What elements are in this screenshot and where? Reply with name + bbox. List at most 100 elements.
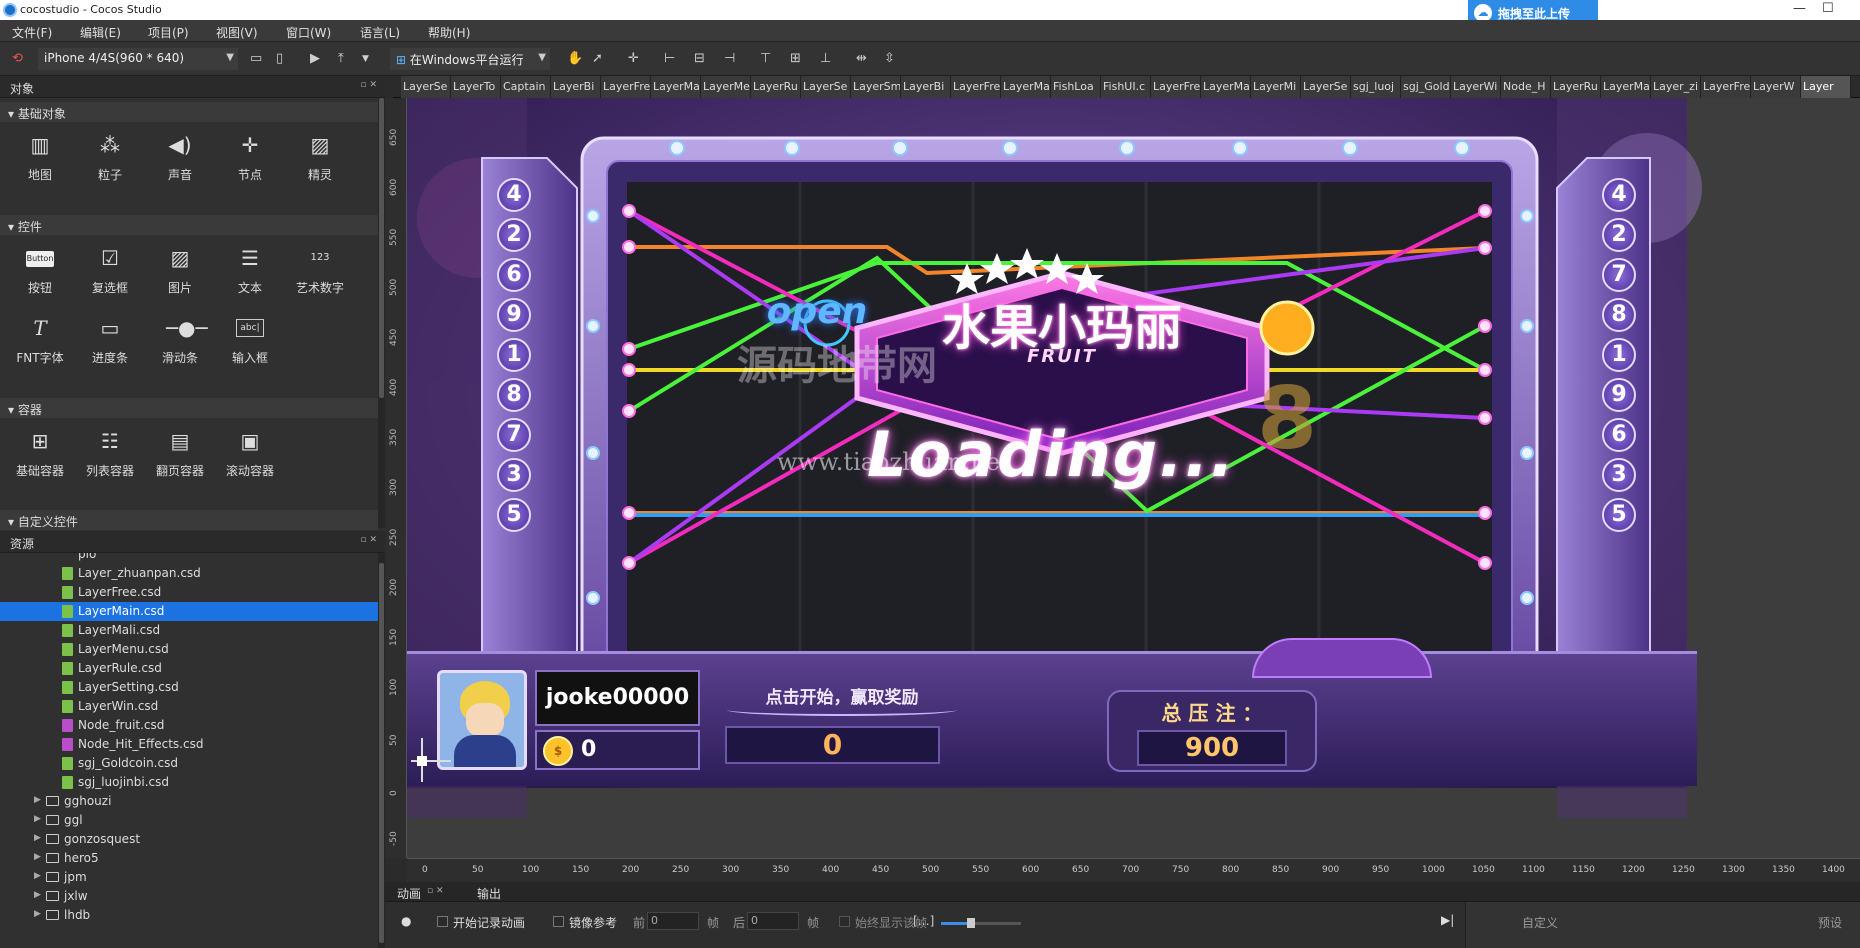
doc-tab[interactable]: sgj_Gold [1401, 76, 1451, 98]
tree-file[interactable]: Layer_zhuanpan.csd [0, 564, 378, 583]
object-map[interactable]: ▥ 地图 [10, 126, 70, 186]
hand-tool-icon[interactable]: ✋ [567, 51, 583, 66]
section-custom-header[interactable]: ▾ 自定义控件 [0, 510, 378, 530]
prev-frames-input[interactable]: 0 [647, 912, 699, 930]
doc-tab[interactable]: LayerSe [401, 76, 451, 98]
next-frames-input[interactable]: 0 [747, 912, 799, 930]
distribute-v-icon[interactable]: ⇳ [884, 51, 895, 66]
doc-tab[interactable]: LayerMa [1601, 76, 1651, 98]
tree-folder[interactable]: ▶ gghouzi [0, 792, 378, 811]
doc-tab[interactable]: Captain [501, 76, 551, 98]
tree-file[interactable]: LayerFree.csd [0, 583, 378, 602]
align-right-icon[interactable]: ⊣ [724, 51, 735, 66]
doc-tab[interactable]: LayerSe [801, 76, 851, 98]
tree-file[interactable]: LayerRule.csd [0, 659, 378, 678]
expand-arrow-icon[interactable]: ▶ [34, 909, 41, 919]
doc-tab[interactable]: sgj_luoj [1351, 76, 1401, 98]
panel-controls-icon[interactable]: ▫ ✕ [360, 80, 377, 90]
doc-tab[interactable]: LayerRu [1551, 76, 1601, 98]
expand-arrow-icon[interactable]: ▶ [34, 852, 41, 862]
menu-window[interactable]: 窗口(W) [286, 24, 331, 41]
publish-icon[interactable]: ⤒ [338, 51, 344, 66]
container-list-view[interactable]: ☷ 列表容器 [80, 422, 140, 482]
doc-tab[interactable]: LayerWi [1451, 76, 1501, 98]
doc-tab-active[interactable]: Layer [1801, 76, 1851, 98]
menu-view[interactable]: 视图(V) [216, 24, 258, 41]
control-art-number[interactable]: 123 艺术数字 [290, 239, 350, 299]
expand-arrow-icon[interactable]: ▶ [34, 814, 41, 824]
tree-file[interactable]: sgj_luojinbi.csd [0, 773, 378, 792]
menu-project[interactable]: 项目(P) [148, 24, 189, 41]
resources-scrollbar[interactable] [378, 553, 385, 948]
menu-help[interactable]: 帮助(H) [428, 24, 470, 41]
control-fnt-font[interactable]: T FNT字体 [10, 309, 70, 369]
tree-folder[interactable]: ▶ jxlw [0, 887, 378, 906]
menu-edit[interactable]: 编辑(E) [80, 24, 121, 41]
menu-language[interactable]: 语言(L) [360, 24, 400, 41]
panel-controls-icon[interactable]: ▫ ✕ [360, 535, 377, 545]
doc-tab[interactable]: Layer_zi [1651, 76, 1701, 98]
tree-file[interactable]: Node_fruit.csd [0, 716, 378, 735]
select-tool-icon[interactable]: ➚ [592, 51, 603, 66]
landscape-icon[interactable]: ▭ [250, 51, 262, 66]
doc-tab[interactable]: LayerMa [1201, 76, 1251, 98]
play-icon[interactable]: ▶ [310, 51, 320, 66]
move-icon[interactable]: ✛ [628, 51, 639, 66]
tab-animation[interactable]: 动画 [397, 885, 421, 902]
control-button[interactable]: Button 按钮 [10, 239, 70, 299]
container-panel[interactable]: ⊞ 基础容器 [10, 422, 70, 482]
zoom-slider-handle[interactable] [967, 918, 975, 928]
doc-tab[interactable]: LayerMe [701, 76, 751, 98]
panel-controls-icon[interactable]: ▫ ✕ [427, 886, 444, 896]
always-show-checkbox[interactable] [839, 916, 850, 927]
resources-scroll-thumb[interactable] [379, 563, 384, 943]
align-middle-icon[interactable]: ⊞ [790, 51, 801, 66]
doc-tab[interactable]: Node_H [1501, 76, 1551, 98]
align-top-icon[interactable]: ⊤ [760, 51, 771, 66]
preset-tab[interactable]: 预设 [1818, 914, 1842, 931]
record-checkbox[interactable] [437, 916, 448, 927]
tree-file[interactable]: LayerMenu.csd [0, 640, 378, 659]
play-end-icon[interactable]: ▶| [1441, 913, 1454, 927]
frame-range-icon[interactable]: […] [913, 914, 934, 928]
doc-tab[interactable]: FishUI.c [1101, 76, 1151, 98]
doc-tab[interactable]: LayerMa [651, 76, 701, 98]
tree-file[interactable]: Node_Hit_Effects.csd [0, 735, 378, 754]
container-scroll-view[interactable]: ▣ 滚动容器 [220, 422, 280, 482]
object-sound[interactable]: ◀) 声音 [150, 126, 210, 186]
tree-file[interactable]: LayerWin.csd [0, 697, 378, 716]
tree-file[interactable]: LayerSetting.csd [0, 678, 378, 697]
tree-folder[interactable]: ▶ jpm [0, 868, 378, 887]
doc-tab[interactable]: LayerSm [851, 76, 901, 98]
expand-arrow-icon[interactable]: ▶ [34, 795, 41, 805]
custom-tab[interactable]: 自定义 [1522, 914, 1558, 931]
align-bottom-icon[interactable]: ⊥ [820, 51, 831, 66]
origin-gizmo-icon[interactable] [411, 738, 453, 784]
expand-arrow-icon[interactable]: ▶ [34, 833, 41, 843]
tree-item-truncated[interactable]: plo [0, 553, 378, 562]
tree-folder[interactable]: ▶ hero5 [0, 849, 378, 868]
control-image[interactable]: ▨ 图片 [150, 239, 210, 299]
container-page-view[interactable]: ▤ 翻页容器 [150, 422, 210, 482]
align-left-icon[interactable]: ⊢ [664, 51, 675, 66]
doc-tab[interactable]: LayerRu [751, 76, 801, 98]
doc-tab[interactable]: LayerFre [1701, 76, 1751, 98]
scene-canvas[interactable]: 8 426918735 427819635 open 水果小玛丽 FRUIT 源… [407, 98, 1860, 858]
mirror-checkbox[interactable] [553, 916, 564, 927]
maximize-icon[interactable]: ☐ [1822, 1, 1834, 16]
run-platform-select[interactable]: ⊞ 在Windows平台运行 ▼ [390, 48, 550, 70]
record-dot-icon[interactable]: ● [401, 914, 411, 928]
expand-arrow-icon[interactable]: ▶ [34, 890, 41, 900]
menu-file[interactable]: 文件(F) [12, 24, 52, 41]
section-basic-header[interactable]: ▾ 基础对象 [0, 102, 378, 122]
tree-file[interactable]: LayerMali.csd [0, 621, 378, 640]
tree-folder[interactable]: ▶ gonzosquest [0, 830, 378, 849]
expand-arrow-icon[interactable]: ▶ [34, 871, 41, 881]
section-containers-header[interactable]: ▾ 容器 [0, 398, 378, 418]
object-sprite[interactable]: ▨ 精灵 [290, 126, 350, 186]
doc-tab[interactable]: LayerFre [951, 76, 1001, 98]
publish-dropdown-icon[interactable]: ▼ [362, 54, 369, 64]
align-center-icon[interactable]: ⊟ [694, 51, 705, 66]
doc-tab[interactable]: LayerW [1751, 76, 1801, 98]
objects-scrollbar[interactable] [378, 98, 385, 528]
